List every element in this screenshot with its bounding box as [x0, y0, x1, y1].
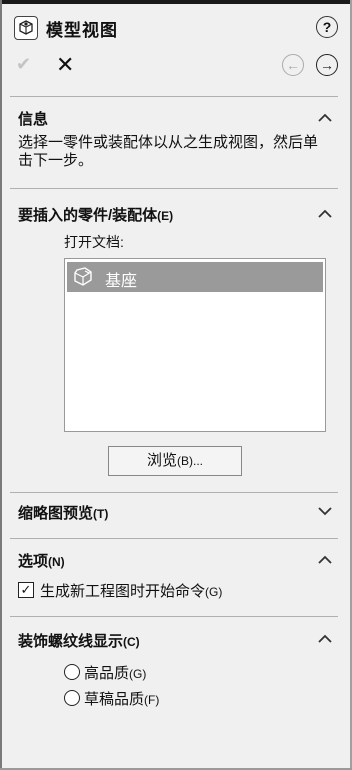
chevron-up-icon[interactable]: [318, 634, 332, 644]
insert-part-section-title[interactable]: 要插入的零件/装配体(E): [18, 204, 173, 225]
radio-label-text: 草稿品质: [84, 691, 145, 708]
thumbnail-shortcut: (T): [93, 507, 109, 521]
options-section-title[interactable]: 选项(N): [18, 550, 65, 571]
window-top-edge: [0, 0, 352, 4]
chevron-down-icon[interactable]: [318, 506, 332, 516]
high-quality-radio[interactable]: [64, 664, 80, 680]
document-name: 基座: [105, 273, 138, 290]
back-arrow-icon[interactable]: ←: [282, 54, 304, 76]
panel-left-edge: [0, 0, 2, 770]
cosmetic-thread-shortcut: (C): [123, 635, 140, 649]
property-manager-header: 模型视图 ?: [14, 14, 338, 42]
chevron-up-icon[interactable]: [318, 209, 332, 219]
high-quality-label: 高品质(G): [84, 662, 146, 683]
info-section-title[interactable]: 信息: [18, 108, 48, 129]
options-title-text: 选项: [18, 553, 49, 570]
radio-shortcut: (F): [144, 693, 160, 707]
model-view-icon: [14, 16, 38, 40]
insert-part-shortcut: (E): [157, 209, 174, 223]
browse-label: 浏览: [146, 452, 177, 469]
divider: [10, 492, 338, 493]
cosmetic-thread-section-title[interactable]: 装饰螺纹线显示(C): [18, 630, 140, 651]
draft-quality-radio[interactable]: [64, 690, 80, 706]
radio-label-text: 高品质: [84, 665, 130, 682]
thumbnail-section-title[interactable]: 缩略图预览(T): [18, 502, 108, 523]
cosmetic-thread-title-text: 装饰螺纹线显示: [18, 633, 124, 650]
checkbox-shortcut: (G): [205, 585, 223, 599]
chevron-up-icon[interactable]: [318, 555, 332, 565]
browse-button[interactable]: 浏览(B)...: [108, 446, 242, 476]
open-documents-label: 打开文档:: [64, 234, 124, 250]
radio-shortcut: (G): [129, 667, 147, 681]
divider: [10, 538, 338, 539]
info-message: 选择一零件或装配体以从之生成视图，然后单击下一步。: [18, 134, 319, 169]
list-item[interactable]: 基座: [67, 262, 323, 292]
ok-check-icon[interactable]: ✔: [16, 54, 31, 75]
insert-part-title-text: 要插入的零件/装配体: [18, 207, 158, 224]
help-icon[interactable]: ?: [316, 16, 338, 38]
divider: [10, 96, 338, 97]
next-arrow-icon[interactable]: →: [316, 54, 338, 76]
options-shortcut: (N): [48, 555, 65, 569]
page-title: 模型视图: [46, 21, 118, 40]
thumbnail-title-text: 缩略图预览: [18, 505, 94, 522]
cancel-x-icon[interactable]: ✕: [56, 52, 74, 78]
divider: [10, 616, 338, 617]
part-icon: [74, 267, 92, 286]
start-command-checkbox[interactable]: ✓: [18, 582, 34, 598]
action-bar: ✔ ✕ ← →: [14, 52, 338, 80]
divider: [10, 188, 338, 189]
checkbox-label-text: 生成新工程图时开始命令: [40, 583, 206, 600]
start-command-label: 生成新工程图时开始命令(G): [40, 580, 222, 601]
open-documents-list[interactable]: 基座: [64, 258, 326, 432]
draft-quality-label: 草稿品质(F): [84, 688, 159, 709]
chevron-up-icon[interactable]: [318, 113, 332, 123]
browse-shortcut: (B)...: [177, 454, 203, 468]
info-title-text: 信息: [18, 111, 49, 128]
